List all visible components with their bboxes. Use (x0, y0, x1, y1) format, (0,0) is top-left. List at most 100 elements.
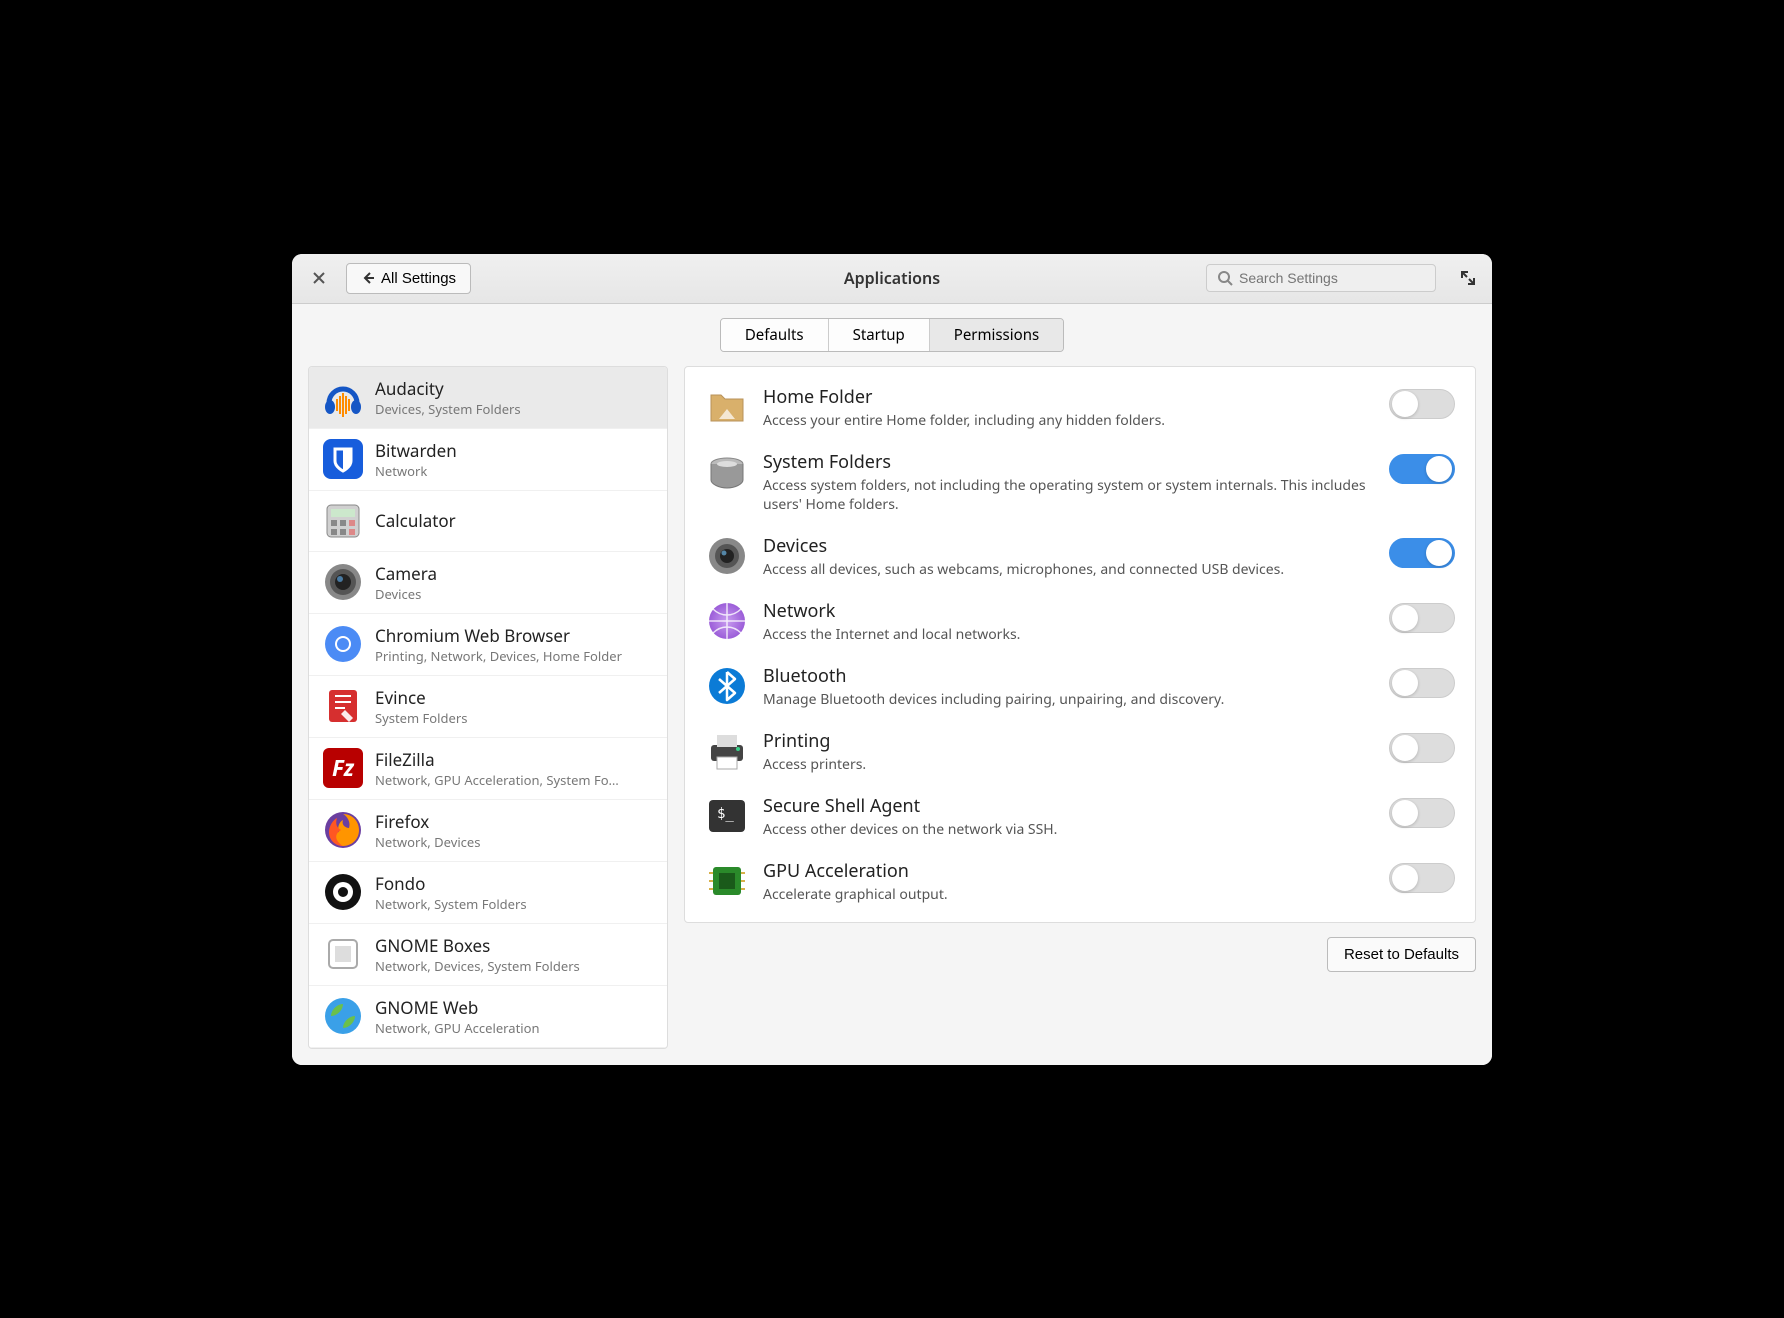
permission-row-network: Network Access the Internet and local net… (685, 589, 1475, 654)
sidebar-item-gnome-web[interactable]: GNOME WebNetwork, GPU Acceleration (309, 986, 667, 1048)
permission-list: Home Folder Access your entire Home folde… (684, 366, 1476, 923)
permission-switch-network[interactable] (1389, 603, 1455, 633)
search-settings-box[interactable] (1206, 264, 1436, 292)
sidebar-item-audacity[interactable]: AudacityDevices, System Folders (309, 367, 667, 429)
permission-description: Access the Internet and local networks. (763, 625, 1375, 644)
bitwarden-icon (323, 439, 363, 479)
app-name: Fondo (375, 872, 653, 895)
app-name: GNOME Boxes (375, 934, 653, 957)
permission-description: Manage Bluetooth devices including pairi… (763, 690, 1375, 709)
tabs-container: DefaultsStartupPermissions (720, 318, 1064, 352)
app-name: Camera (375, 562, 653, 585)
permission-row-printing: Printing Access printers. (685, 719, 1475, 784)
gpu-icon (705, 859, 749, 903)
app-name: Chromium Web Browser (375, 624, 653, 647)
tab-defaults[interactable]: Defaults (721, 319, 829, 351)
permission-switch-system-folders[interactable] (1389, 454, 1455, 484)
permission-row-bluetooth: Bluetooth Manage Bluetooth devices includ… (685, 654, 1475, 719)
audacity-icon (323, 377, 363, 417)
app-name: Calculator (375, 509, 653, 532)
gnome-web-icon (323, 996, 363, 1036)
search-input[interactable] (1239, 270, 1425, 286)
permission-row-devices: Devices Access all devices, such as webca… (685, 524, 1475, 589)
permission-title: Bluetooth (763, 664, 1375, 688)
search-icon (1217, 270, 1233, 286)
permission-description: Access system folders, not including the… (763, 476, 1375, 514)
app-name: Firefox (375, 810, 653, 833)
terminal-icon: $_ (705, 794, 749, 838)
permission-switch-devices[interactable] (1389, 538, 1455, 568)
permission-row-gpu-acceleration: GPU AccelerationAccelerate graphical out… (685, 849, 1475, 914)
permission-row-secure-shell-agent: $_Secure Shell AgentAccess other devices… (685, 784, 1475, 849)
sidebar-item-calculator[interactable]: Calculator (309, 491, 667, 552)
evince-icon (323, 686, 363, 726)
content-area: AudacityDevices, System FoldersBitwarden… (292, 366, 1492, 1065)
app-subtitle: System Folders (375, 709, 653, 727)
tab-permissions[interactable]: Permissions (930, 319, 1063, 351)
permission-switch-bluetooth[interactable] (1389, 668, 1455, 698)
permission-title: Printing (763, 729, 1375, 753)
back-arrow-icon (361, 271, 375, 285)
printer-icon (705, 729, 749, 773)
calculator-icon (323, 501, 363, 541)
app-subtitle: Network, System Folders (375, 895, 653, 913)
svg-text:Fz: Fz (332, 753, 355, 783)
settings-window: All Settings Applications DefaultsStartu… (292, 254, 1492, 1065)
permission-title: Network (763, 599, 1375, 623)
permission-title: System Folders (763, 450, 1375, 474)
permission-title: GPU Acceleration (763, 859, 1375, 883)
app-name: GNOME Web (375, 996, 653, 1019)
window-title: Applications (844, 267, 940, 289)
tab-startup[interactable]: Startup (829, 319, 930, 351)
permission-switch-secure-shell-agent[interactable] (1389, 798, 1455, 828)
sidebar-item-filezilla[interactable]: Fz FileZillaNetwork, GPU Acceleration, Sy… (309, 738, 667, 800)
app-name: Evince (375, 686, 653, 709)
app-sidebar[interactable]: AudacityDevices, System FoldersBitwarden… (308, 366, 668, 1049)
chromium-icon (323, 624, 363, 664)
app-subtitle: Network, Devices, System Folders (375, 957, 653, 975)
harddrive-icon (705, 450, 749, 494)
sidebar-item-bitwarden[interactable]: BitwardenNetwork (309, 429, 667, 491)
gnome-boxes-icon (323, 934, 363, 974)
firefox-icon (323, 810, 363, 850)
maximize-button[interactable] (1456, 266, 1480, 290)
sidebar-item-firefox[interactable]: FirefoxNetwork, Devices (309, 800, 667, 862)
titlebar: All Settings Applications (292, 254, 1492, 304)
app-name: Bitwarden (375, 439, 653, 462)
permission-row-home-folder: Home Folder Access your entire Home folde… (685, 375, 1475, 440)
reset-to-defaults-button[interactable]: Reset to Defaults (1327, 937, 1476, 972)
close-button[interactable] (304, 263, 334, 293)
permission-row-system-folders: System FoldersAccess system folders, not… (685, 440, 1475, 524)
tab-bar: DefaultsStartupPermissions (292, 304, 1492, 366)
app-subtitle: Network, GPU Acceleration, System Fo… (375, 771, 653, 789)
app-subtitle: Network (375, 462, 653, 480)
permission-switch-gpu-acceleration[interactable] (1389, 863, 1455, 893)
permission-description: Access your entire Home folder, includin… (763, 411, 1375, 430)
filezilla-icon: Fz (323, 748, 363, 788)
permission-switch-home-folder[interactable] (1389, 389, 1455, 419)
fondo-icon (323, 872, 363, 912)
permission-description: Access all devices, such as webcams, mic… (763, 560, 1375, 579)
permission-title: Secure Shell Agent (763, 794, 1375, 818)
home-folder-icon (705, 385, 749, 429)
app-subtitle: Network, GPU Acceleration (375, 1019, 653, 1037)
permission-title: Devices (763, 534, 1375, 558)
permission-description: Access printers. (763, 755, 1375, 774)
webcam-icon (705, 534, 749, 578)
sidebar-item-fondo[interactable]: FondoNetwork, System Folders (309, 862, 667, 924)
app-subtitle: Printing, Network, Devices, Home Folder (375, 647, 653, 665)
app-name: FileZilla (375, 748, 653, 771)
sidebar-item-chromium-web-browser[interactable]: Chromium Web BrowserPrinting, Network, D… (309, 614, 667, 676)
permission-title: Home Folder (763, 385, 1375, 409)
app-subtitle: Devices (375, 585, 653, 603)
network-icon (705, 599, 749, 643)
permission-switch-printing[interactable] (1389, 733, 1455, 763)
sidebar-item-gnome-boxes[interactable]: GNOME BoxesNetwork, Devices, System Fold… (309, 924, 667, 986)
sidebar-item-camera[interactable]: CameraDevices (309, 552, 667, 614)
bluetooth-icon (705, 664, 749, 708)
back-all-settings-button[interactable]: All Settings (346, 263, 471, 294)
sidebar-item-evince[interactable]: EvinceSystem Folders (309, 676, 667, 738)
main-panel: Home Folder Access your entire Home folde… (684, 366, 1476, 1049)
svg-text:$_: $_ (717, 806, 734, 822)
app-name: Audacity (375, 377, 653, 400)
